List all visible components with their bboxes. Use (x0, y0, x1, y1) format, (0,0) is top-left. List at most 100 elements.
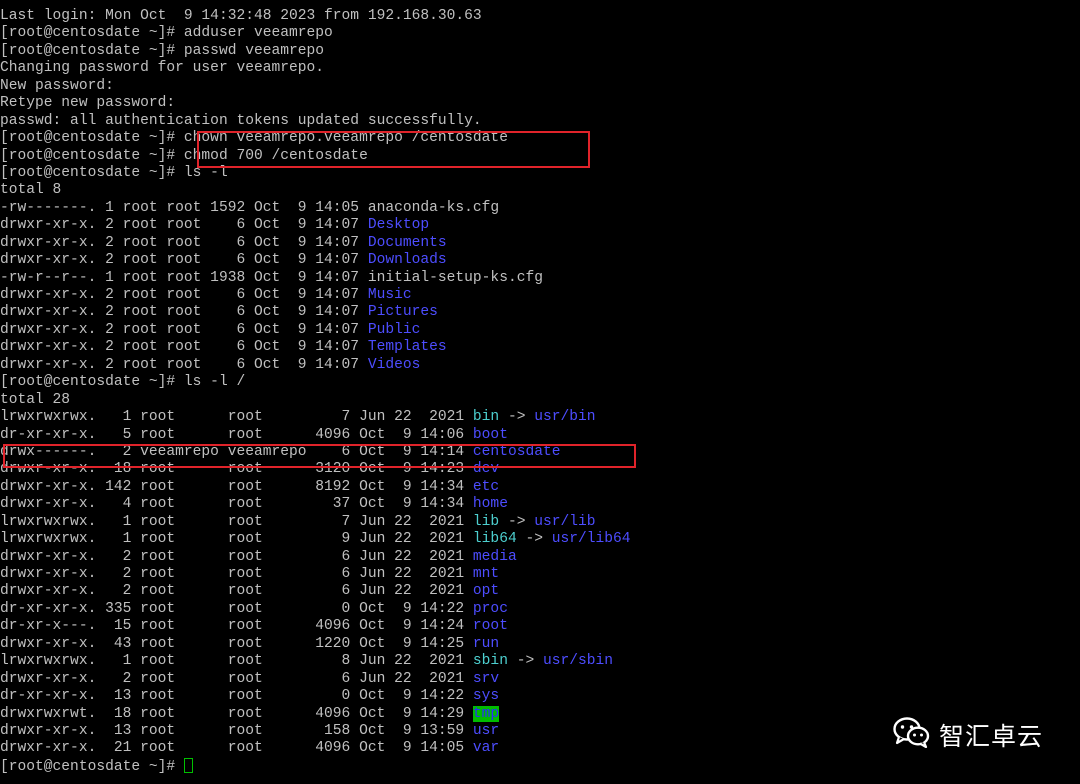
line-text: [root@centosdate ~]# passwd veeamrepo (0, 42, 325, 59)
directory-name: run (472, 635, 500, 652)
watermark-text: 智汇卓云 (939, 721, 1044, 751)
terminal-line: Retype new password: (0, 95, 1080, 112)
line-text: drwxr-xr-x. 2 root root 6 Oct 9 14:07 (0, 304, 368, 321)
chown-chmod-highlight-box (197, 131, 590, 168)
terminal-line: passwd: all authentication tokens update… (0, 113, 1080, 130)
line-text: Retype new password: (0, 95, 176, 112)
line-text: drwxr-xr-x. 2 root root 6 Oct 9 14:07 (0, 339, 368, 356)
line-text: [root@centosdate ~]# ls -l (0, 164, 228, 181)
terminal-line: drwxr-xr-x. 43 root root 1220 Oct 9 14:2… (0, 636, 1080, 653)
line-text: drwxr-xr-x. 2 root root 6 Oct 9 14:07 (0, 252, 368, 269)
directory-name: Pictures (367, 304, 438, 321)
terminal-line: -rw-r--r--. 1 root root 1938 Oct 9 14:07… (0, 270, 1080, 287)
line-text: total 28 (0, 391, 71, 408)
terminal-line: drwxr-xr-x. 2 root root 6 Jun 22 2021 op… (0, 583, 1080, 600)
terminal-line: Last login: Mon Oct 9 14:32:48 2023 from… (0, 8, 1080, 25)
line-text: drwxr-xr-x. 142 root root 8192 Oct 9 14:… (0, 478, 473, 495)
terminal-line: lrwxrwxrwx. 1 root root 7 Jun 22 2021 bi… (0, 409, 1080, 426)
terminal-output[interactable]: Last login: Mon Oct 9 14:32:48 2023 from… (0, 8, 1080, 775)
symlink-name: lib (472, 513, 500, 530)
prompt-line[interactable]: [root@centosdate ~]# (0, 757, 1080, 775)
line-text: drwxr-xr-x. 43 root root 1220 Oct 9 14:2… (0, 635, 473, 652)
terminal-line: total 8 (0, 182, 1080, 199)
directory-name: Desktop (367, 217, 430, 234)
terminal-line: drwxr-xr-x. 2 root root 6 Oct 9 14:07 De… (0, 217, 1080, 234)
line-text: drwxr-xr-x. 2 root root 6 Oct 9 14:07 (0, 287, 368, 303)
line-text: drwxr-xr-x. 2 root root 6 Jun 22 2021 (0, 548, 473, 565)
terminal-line: lrwxrwxrwx. 1 root root 9 Jun 22 2021 li… (0, 531, 1080, 548)
line-text: drwxr-xr-x. 13 root root 158 Oct 9 13:59 (0, 722, 473, 739)
line-text: drwxr-xr-x. 4 root root 37 Oct 9 14:34 (0, 496, 473, 513)
directory-name: Downloads (367, 252, 447, 269)
line-text: lrwxrwxrwx. 1 root root 9 Jun 22 2021 (0, 531, 473, 548)
symlink-name: sbin (472, 653, 508, 670)
terminal-line: dr-xr-x---. 15 root root 4096 Oct 9 14:2… (0, 618, 1080, 635)
directory-name: usr (472, 722, 500, 739)
cursor[interactable] (183, 757, 193, 773)
line-text: drwxrwxrwt. 18 root root 4096 Oct 9 14:2… (0, 705, 473, 722)
line-text: lrwxrwxrwx. 1 root root 7 Jun 22 2021 (0, 513, 473, 530)
directory-name: srv (472, 670, 500, 687)
terminal-line: dr-xr-xr-x. 5 root root 4096 Oct 9 14:06… (0, 427, 1080, 444)
terminal-line: drwxr-xr-x. 2 root root 6 Oct 9 14:07 Vi… (0, 357, 1080, 374)
terminal-line: drwxr-xr-x. 2 root root 6 Oct 9 14:07 Mu… (0, 287, 1080, 304)
directory-name: Music (367, 287, 412, 303)
terminal-line: dr-xr-xr-x. 335 root root 0 Oct 9 14:22 … (0, 601, 1080, 618)
directory-name: Public (367, 321, 421, 338)
directory-name: etc (472, 478, 500, 495)
directory-name: root (472, 618, 508, 635)
line-text: -> (516, 531, 552, 548)
terminal-line: -rw-------. 1 root root 1592 Oct 9 14:05… (0, 200, 1080, 217)
terminal-line: drwxr-xr-x. 4 root root 37 Oct 9 14:34 h… (0, 496, 1080, 513)
line-text: [root@centosdate ~]# ls -l / (0, 374, 246, 391)
line-text: Changing password for user veeamrepo. (0, 60, 325, 77)
directory-name: media (472, 548, 517, 565)
terminal-line: drwxr-xr-x. 2 root root 6 Oct 9 14:07 Pu… (0, 322, 1080, 339)
directory-name: var (472, 740, 500, 757)
line-text: total 8 (0, 182, 62, 199)
terminal-line: drwxr-xr-x. 2 root root 6 Jun 22 2021 mn… (0, 566, 1080, 583)
line-text: dr-xr-xr-x. 335 root root 0 Oct 9 14:22 (0, 600, 473, 617)
terminal-line: drwxr-xr-x. 2 root root 6 Jun 22 2021 sr… (0, 671, 1080, 688)
terminal-line: total 28 (0, 392, 1080, 409)
line-text: drwxr-xr-x. 2 root root 6 Oct 9 14:07 (0, 321, 368, 338)
line-text: -> (499, 513, 535, 530)
line-text: lrwxrwxrwx. 1 root root 7 Jun 22 2021 (0, 409, 473, 426)
line-text: dr-xr-x---. 15 root root 4096 Oct 9 14:2… (0, 618, 473, 635)
line-text: -> (507, 653, 543, 670)
directory-name: home (472, 496, 508, 513)
line-text: Last login: Mon Oct 9 14:32:48 2023 from… (0, 8, 482, 24)
line-text: lrwxrwxrwx. 1 root root 8 Jun 22 2021 (0, 653, 473, 670)
wechat-icon (893, 716, 931, 753)
directory-name: mnt (472, 566, 500, 582)
line-text: dr-xr-xr-x. 13 root root 0 Oct 9 14:22 (0, 688, 473, 705)
directory-name: Documents (367, 234, 447, 251)
terminal-line: [root@centosdate ~]# passwd veeamrepo (0, 43, 1080, 60)
line-text: New password: (0, 77, 114, 94)
line-text: [root@centosdate ~]# adduser veeamrepo (0, 25, 333, 42)
line-text: drwxr-xr-x. 2 root root 6 Oct 9 14:07 (0, 234, 368, 251)
line-text: passwd: all authentication tokens update… (0, 112, 482, 129)
directory-name: usr/sbin (542, 653, 614, 670)
directory-name: usr/bin (534, 409, 596, 426)
directory-name: proc (472, 600, 508, 617)
directory-name: usr/lib64 (551, 531, 631, 548)
terminal-line: drwxr-xr-x. 2 root root 6 Oct 9 14:07 Do… (0, 235, 1080, 252)
line-text: drwxr-xr-x. 21 root root 4096 Oct 9 14:0… (0, 740, 473, 757)
line-text: drwxr-xr-x. 2 root root 6 Jun 22 2021 (0, 670, 473, 687)
centosdate-row-highlight-box (3, 444, 636, 468)
directory-name: boot (472, 426, 508, 443)
terminal-line: dr-xr-xr-x. 13 root root 0 Oct 9 14:22 s… (0, 688, 1080, 705)
line-text: -> (499, 409, 535, 426)
symlink-name: lib64 (472, 531, 517, 548)
watermark: 智汇卓云 (893, 716, 1043, 753)
line-text: drwxr-xr-x. 2 root root 6 Jun 22 2021 (0, 566, 473, 582)
line-text: dr-xr-xr-x. 5 root root 4096 Oct 9 14:06 (0, 426, 473, 443)
prompt-text: [root@centosdate ~]# (0, 758, 184, 775)
line-text: -rw-------. 1 root root 1592 Oct 9 14:05… (0, 199, 500, 216)
terminal-line: Changing password for user veeamrepo. (0, 60, 1080, 77)
terminal-line: [root@centosdate ~]# adduser veeamrepo (0, 25, 1080, 42)
terminal-line: drwxr-xr-x. 2 root root 6 Oct 9 14:07 Te… (0, 339, 1080, 356)
terminal-line: lrwxrwxrwx. 1 root root 8 Jun 22 2021 sb… (0, 653, 1080, 670)
terminal-line: lrwxrwxrwx. 1 root root 7 Jun 22 2021 li… (0, 514, 1080, 531)
